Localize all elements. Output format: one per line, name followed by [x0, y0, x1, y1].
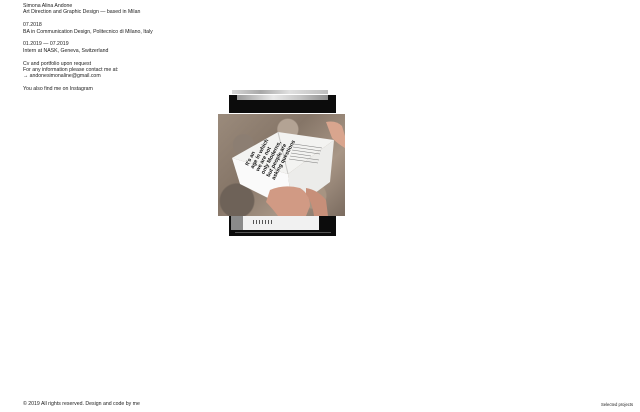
bio-panel: Simona Alina Andone Art Direction and Gr…: [23, 3, 223, 99]
gallery-slice-3-grey: [231, 216, 243, 230]
gallery-slice-3: [229, 216, 336, 236]
gallery-slice-2: [229, 95, 336, 113]
instagram-block: You also find me on Instagram: [23, 86, 223, 92]
intro-block: Simona Alina Andone Art Direction and Gr…: [23, 3, 223, 16]
education-detail: BA in Communication Design, Politecnico …: [23, 28, 153, 35]
copyright-text: © 2019 All rights reserved. Design and c…: [23, 401, 140, 407]
binding-dots: [253, 220, 273, 224]
gallery-slice-3-line: [235, 232, 331, 233]
hand-bottom: [266, 186, 310, 216]
project-gallery[interactable]: It's an age in which we are not only Mod…: [218, 90, 346, 240]
education-block: 07.2018 BA in Communication Design, Poli…: [23, 22, 223, 35]
internship-detail: Intern at NASK, Geneva, Switzerland: [23, 47, 109, 54]
instagram-link[interactable]: You also find me on Instagram: [23, 86, 223, 92]
open-book-illustration: It's an age in which we are not only Mod…: [232, 121, 345, 216]
selected-projects-link[interactable]: Selected projects: [601, 402, 633, 408]
email-link[interactable]: → andonesimonaline@gmail.com: [23, 73, 223, 79]
contact-block: Cv and portfolio upon request For any in…: [23, 61, 223, 80]
gallery-slice-2-cap: [237, 95, 328, 100]
gallery-slice-1: [232, 90, 328, 94]
internship-block: 01.2019 — 07.2019 Intern at NASK, Geneva…: [23, 41, 223, 54]
project-photo[interactable]: It's an age in which we are not only Mod…: [218, 114, 345, 216]
designer-role: Art Direction and Graphic Design — based…: [23, 9, 141, 16]
gallery-slice-3-paper: [231, 216, 319, 230]
